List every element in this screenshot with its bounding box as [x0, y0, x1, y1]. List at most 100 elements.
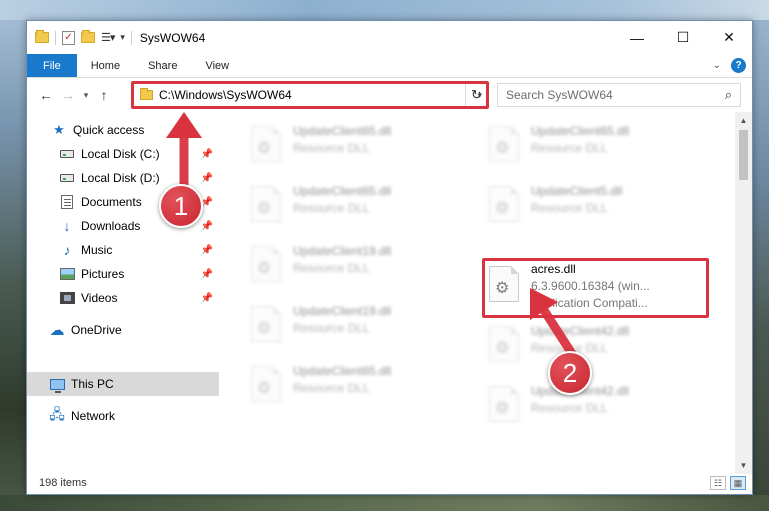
scrollbar-thumb[interactable]: [739, 130, 748, 180]
sidebar-item-onedrive[interactable]: ☁ OneDrive: [27, 318, 219, 342]
sidebar-item-label: This PC: [71, 377, 114, 391]
sidebar-item-label: Quick access: [73, 123, 145, 137]
dll-file-icon: ⚙: [251, 186, 281, 222]
details-view-icon[interactable]: ☷: [710, 476, 726, 490]
file-item[interactable]: ⚙ UpdateClient19.dll Resource DLL: [247, 240, 467, 290]
file-type: Resource DLL: [293, 261, 370, 275]
file-name: UpdateClient65.dll: [531, 124, 630, 138]
sidebar-item-label: Local Disk (C:): [81, 147, 160, 161]
file-item[interactable]: ⚙ UpdateClient42.dll Resource DLL: [485, 320, 705, 370]
file-name: UpdateClient19.dll: [293, 304, 392, 318]
search-box[interactable]: ⌕: [497, 83, 741, 107]
vertical-scrollbar[interactable]: ▲ ▼: [735, 112, 752, 474]
file-item[interactable]: ⚙ UpdateClient19.dll Resource DLL: [247, 300, 467, 350]
sidebar-item-label: Downloads: [81, 219, 141, 233]
music-icon: ♪: [63, 242, 71, 258]
desktop-background-right: [753, 0, 769, 511]
file-item[interactable]: ⚙ UpdateClient65.dll Resource DLL: [247, 120, 467, 170]
file-name: UpdateClient65.dll: [293, 124, 392, 138]
tab-view[interactable]: View: [191, 54, 243, 77]
drive-icon: [59, 170, 75, 186]
search-input[interactable]: [506, 88, 706, 102]
expand-ribbon-icon[interactable]: ⌄: [713, 60, 721, 71]
file-item[interactable]: ⚙ UpdateClient65.dll Resource DLL: [247, 360, 467, 410]
view-switcher: ☷ ▦: [710, 476, 746, 490]
file-item-acres-dll[interactable]: ⚙ acres.dll 6.3.9600.16384 (win... Appli…: [485, 260, 705, 316]
file-type: Resource DLL: [293, 141, 370, 155]
file-item[interactable]: ⚙ UpdateClient42.dll Resource DLL: [485, 380, 705, 430]
pictures-icon: [59, 266, 75, 282]
new-folder-icon[interactable]: [81, 30, 95, 43]
pin-icon[interactable]: 📌: [201, 173, 213, 184]
customize-list-icon[interactable]: ☰▾: [101, 31, 115, 44]
close-button[interactable]: ✕: [706, 21, 752, 54]
network-icon: 🖧: [49, 406, 65, 422]
step-badge-1: 1: [159, 184, 203, 228]
dll-file-icon: ⚙: [489, 326, 519, 362]
title-bar: ✓ ☰▾ ▾ SysWOW64 — ☐ ✕: [27, 21, 752, 54]
address-path[interactable]: C:\Windows\SysWOW64: [159, 88, 292, 102]
computer-icon: [49, 376, 65, 393]
file-name: UpdateClient5.dll: [531, 184, 623, 198]
pin-icon[interactable]: 📌: [201, 245, 213, 256]
file-item[interactable]: ⚙ UpdateClient65.dll Resource DLL: [247, 180, 467, 230]
file-item[interactable]: ⚙ UpdateClient65.dll Resource DLL: [485, 120, 705, 170]
file-type: Resource DLL: [531, 141, 608, 155]
documents-icon: [59, 194, 75, 210]
forward-arrow-icon[interactable]: →: [57, 87, 79, 103]
refresh-icon[interactable]: ↻: [465, 83, 487, 107]
pin-icon[interactable]: 📌: [201, 269, 213, 280]
sidebar-item-network[interactable]: 🖧 Network: [27, 404, 219, 428]
navigation-bar: ← → ▾ ↑ C:\Windows\SysWOW64 ▾ ↻ ⌕: [27, 78, 752, 112]
up-arrow-icon[interactable]: ↑: [93, 87, 115, 103]
ribbon-right-controls: ⌄ ?: [713, 54, 752, 77]
file-list: ⚙ UpdateClient65.dll Resource DLL ⚙ Upda…: [223, 112, 738, 474]
cloud-icon: ☁: [49, 322, 65, 339]
drive-icon: [59, 146, 75, 162]
maximize-button[interactable]: ☐: [660, 21, 706, 54]
dll-file-icon: ⚙: [489, 386, 519, 422]
sidebar-item-quick-access[interactable]: ★ Quick access: [27, 118, 219, 142]
scroll-up-arrow-icon[interactable]: ▲: [735, 112, 752, 129]
sidebar-item-local-disk-c[interactable]: Local Disk (C:) 📌: [27, 142, 219, 166]
desktop-background-left: [0, 0, 26, 511]
help-icon[interactable]: ?: [731, 58, 746, 73]
minimize-button[interactable]: —: [614, 21, 660, 54]
step-badge-2: 2: [548, 351, 592, 395]
tab-file[interactable]: File: [27, 54, 77, 77]
chevron-down-icon[interactable]: ▾: [120, 32, 125, 43]
sidebar-item-this-pc[interactable]: This PC: [27, 372, 219, 396]
sidebar-item-label: Network: [71, 409, 116, 423]
sidebar-item-pictures[interactable]: Pictures 📌: [27, 262, 219, 286]
file-name: UpdateClient65.dll: [293, 364, 392, 378]
file-type: Resource DLL: [531, 201, 608, 215]
file-name: UpdateClient65.dll: [293, 184, 392, 198]
dll-file-icon: ⚙: [489, 186, 519, 222]
pin-icon[interactable]: 📌: [201, 293, 213, 304]
desktop-background-top: [0, 0, 769, 20]
recent-locations-chevron-icon[interactable]: ▾: [79, 90, 93, 101]
search-icon[interactable]: ⌕: [725, 87, 732, 103]
file-version: 6.3.9600.16384 (win...: [531, 279, 650, 293]
sidebar-item-label: Videos: [81, 291, 118, 305]
file-description: Application Compati...: [531, 296, 648, 310]
folder-icon: [35, 30, 49, 43]
pin-icon[interactable]: 📌: [201, 149, 213, 160]
tab-home[interactable]: Home: [77, 54, 134, 77]
address-bar[interactable]: C:\Windows\SysWOW64 ▾: [133, 83, 489, 107]
toolbar-divider: [55, 30, 56, 45]
pin-icon[interactable]: 📌: [201, 221, 213, 232]
back-arrow-icon[interactable]: ←: [35, 87, 57, 103]
file-item[interactable]: ⚙ UpdateClient5.dll Resource DLL: [485, 180, 705, 230]
toolbar-divider: [130, 30, 132, 45]
sidebar-item-videos[interactable]: Videos 📌: [27, 286, 219, 310]
sidebar-item-music[interactable]: ♪ Music 📌: [27, 238, 219, 262]
file-type: Resource DLL: [293, 321, 370, 335]
tab-share[interactable]: Share: [134, 54, 191, 77]
dll-file-icon: ⚙: [251, 246, 281, 282]
file-type: Resource DLL: [293, 381, 370, 395]
large-icons-view-icon[interactable]: ▦: [730, 476, 746, 490]
properties-check-icon[interactable]: ✓: [62, 30, 75, 45]
download-icon: ↓: [63, 218, 71, 234]
file-name: UpdateClient42.dll: [531, 324, 630, 338]
